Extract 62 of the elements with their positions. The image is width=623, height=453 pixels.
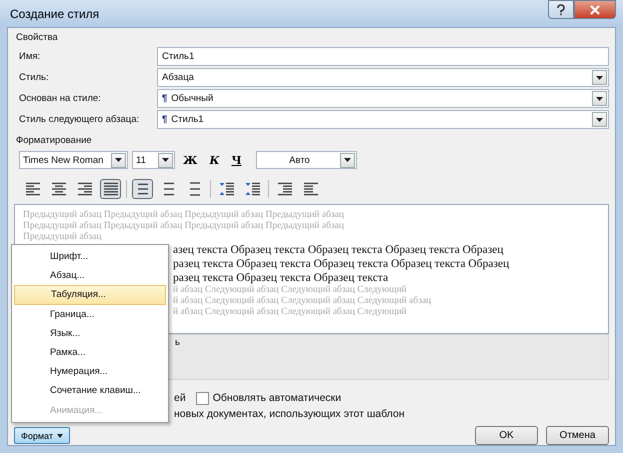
help-button[interactable] <box>548 0 574 19</box>
option-label: новых документах, использующих этот шаблон <box>174 408 405 420</box>
preview-text: й абзац Следующий абзац Следующий абзац Следующий абзац <box>173 296 432 307</box>
section-heading: Свойства <box>15 31 59 45</box>
preview-text: разец текста Образец текста Образец текста <box>173 271 388 285</box>
bold-button[interactable]: Ж <box>179 154 202 166</box>
field-label: Стиль следующего абзаца: <box>19 114 140 125</box>
menu-item[interactable]: Сочетание клавиш... <box>14 381 166 400</box>
font-dropdown[interactable]: Times New Roman <box>19 151 128 169</box>
preview-text: азец текста Образец текста Образец текста Образец текста Образец <box>173 243 504 257</box>
format-button[interactable]: Формат <box>14 427 70 444</box>
field-label: Имя: <box>19 51 42 62</box>
section-heading: Форматирование <box>15 134 93 148</box>
field-label: Основан на стиле: <box>19 93 102 104</box>
space-before-icon <box>218 180 236 198</box>
menu-item[interactable]: Граница... <box>14 304 166 324</box>
cancel-button[interactable]: Отмена <box>546 426 609 445</box>
preview-text: разец текста Образец текста Образец текста Образец текста Образец <box>173 257 510 271</box>
caret-icon <box>56 434 63 438</box>
menu-item[interactable]: Язык... <box>14 324 166 343</box>
caret-icon <box>115 158 122 162</box>
align-justify-button[interactable] <box>100 179 121 199</box>
preview-text: Предыдущий абзац <box>23 232 102 243</box>
align-right-icon <box>76 180 94 198</box>
close-button[interactable] <box>574 0 616 19</box>
help-icon <box>556 4 566 16</box>
space-after-icon <box>244 180 262 198</box>
color-dropdown[interactable]: Авто <box>256 151 356 169</box>
style-dropdown[interactable]: Абзаца <box>157 68 609 87</box>
preview-text: й абзац Следующий абзац Следующий абзац Следующий <box>173 307 407 318</box>
preview-text: й абзац Следующий абзац Следующий абзац Следующий <box>173 285 407 296</box>
preview-text: Предыдущий абзац Предыдущий абзац Предыдущий абзац Предыдущий абзац <box>23 221 344 232</box>
caret-icon <box>344 158 350 162</box>
align-justify-icon <box>102 180 120 198</box>
menu-item[interactable]: Нумерация... <box>14 362 166 382</box>
indent-increase-icon <box>302 180 320 198</box>
style-dropdown[interactable]: ¶ Стиль1 <box>157 110 609 129</box>
align-left-icon <box>24 180 42 198</box>
caret-icon <box>596 96 603 100</box>
caret-icon <box>596 118 603 122</box>
style-dropdown[interactable]: ¶ Обычный <box>157 89 609 108</box>
font-size-dropdown[interactable]: 11 <box>132 151 175 169</box>
align-center-icon <box>50 180 68 198</box>
menu-item[interactable]: Шрифт... <box>14 247 166 266</box>
italic-button[interactable]: К <box>205 154 224 166</box>
underline-button[interactable]: Ч <box>227 154 246 166</box>
window-title: Создание стиля <box>9 6 100 20</box>
indent-decrease-icon <box>276 180 294 198</box>
menu-item[interactable]: Рамка... <box>14 342 166 362</box>
spacing-single-button[interactable] <box>132 179 153 199</box>
name-input[interactable]: Стиль1 <box>157 47 609 66</box>
close-icon <box>590 4 600 14</box>
menu-item[interactable]: Абзац... <box>14 266 166 286</box>
caret-icon <box>596 76 603 80</box>
description-text: ь <box>175 337 180 348</box>
preview-text: Предыдущий абзац Предыдущий абзац Предыдущий абзац Предыдущий абзац <box>23 210 344 221</box>
menu-item[interactable]: Табуляция... <box>14 285 166 305</box>
caret-icon <box>162 158 169 162</box>
field-label: Стиль: <box>19 72 50 83</box>
ok-button[interactable]: OK <box>475 426 538 445</box>
auto-update-checkbox[interactable]: Обновлять автоматически <box>196 392 342 404</box>
option-label: ей <box>174 392 186 404</box>
